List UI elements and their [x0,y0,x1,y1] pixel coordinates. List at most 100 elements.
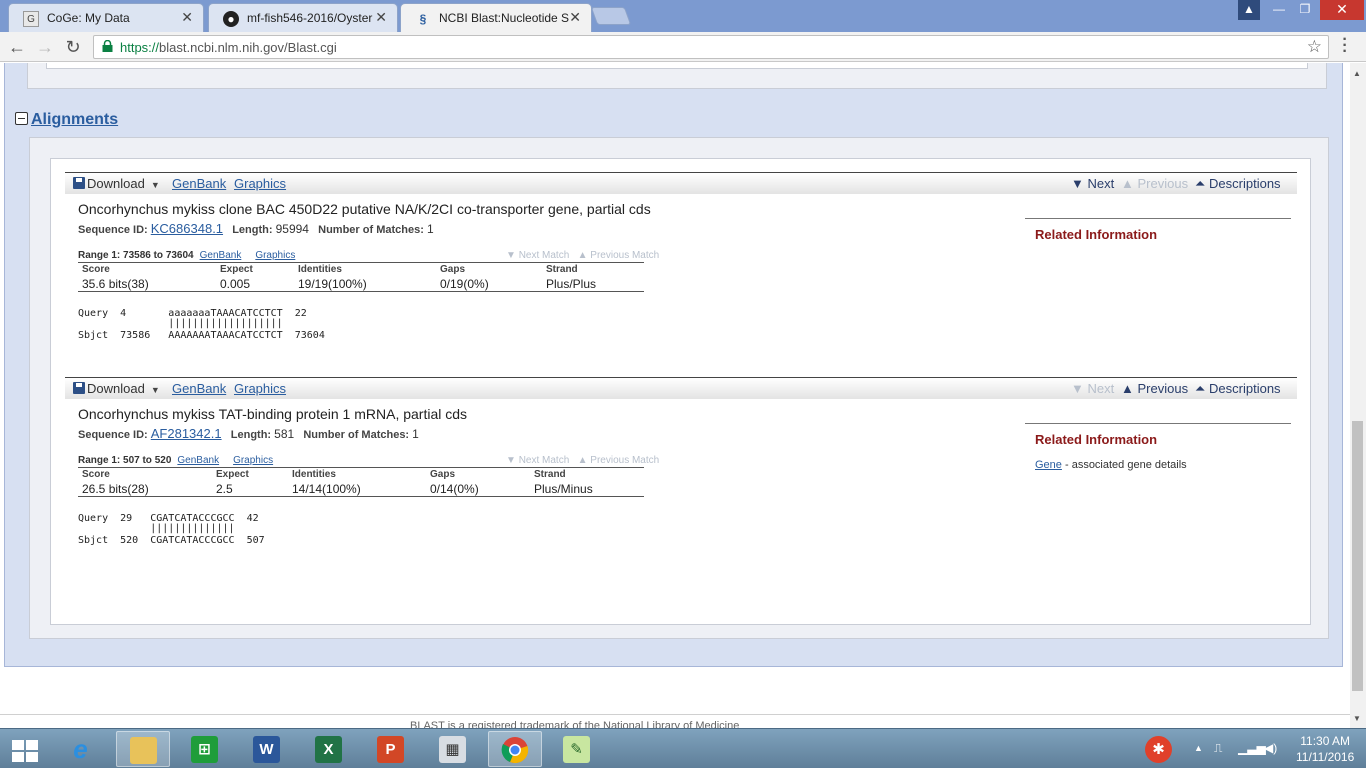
sequence-id-link[interactable]: AF281342.1 [151,426,222,441]
hit-meta: Sequence ID: AF281342.1 Length: 581 Numb… [78,426,419,441]
related-link-row: Gene - associated gene details [1035,459,1291,471]
taskbar-store[interactable]: ⊞ [178,731,232,767]
range-graphics-link[interactable]: Graphics [255,250,295,261]
scroll-down-icon[interactable]: ▼ [1353,714,1361,723]
arrow-up-icon: ▲ [1121,176,1134,191]
taskbar-file-explorer[interactable] [116,731,170,767]
stats-header: Expect [216,469,249,480]
close-icon[interactable]: ✕ [375,9,387,26]
taskbar-powerpoint[interactable]: P [364,731,418,767]
graphics-link[interactable]: Graphics [234,381,286,396]
match-bars: ||||||||||||||||||| [78,318,283,329]
match-nav: ▼ Next Match ▲ Previous Match [506,250,660,261]
stats-header: Strand [534,469,566,480]
tray-app-icon: ✱ [1145,736,1172,763]
related-heading: Related Information [1035,432,1158,447]
range-genbank-link[interactable]: GenBank [200,250,242,261]
stats-header: Expect [220,264,253,275]
taskbar-internet-explorer[interactable]: e [54,731,108,767]
taskbar-calculator[interactable]: ▦ [426,731,480,767]
hit-meta: Sequence ID: KC686348.1 Length: 95994 Nu… [78,221,434,236]
alignments-inner: Download ▼ GenBank Graphics ▼ Next ▲ Prev… [50,158,1311,625]
collapse-icon[interactable] [15,112,28,125]
download-button[interactable]: Download ▼ [73,176,160,191]
folder-icon [130,737,157,764]
volume-icon[interactable]: ◀) [1264,741,1277,755]
user-icon[interactable]: ▲ [1238,0,1260,20]
scroll-up-icon[interactable]: ▲ [1353,69,1361,78]
previous-button[interactable]: ▲ Previous [1121,381,1188,396]
tab-github[interactable]: ● mf-fish546-2016/Oyster ✕ [208,3,398,32]
forward-icon[interactable]: → [34,36,56,58]
match-nav: ▼ Next Match ▲ Previous Match [506,455,660,466]
stats-header: Score [82,264,110,275]
ncbi-icon: § [419,12,427,26]
close-icon[interactable]: ✕ [569,9,581,26]
taskbar-chrome[interactable] [488,731,542,767]
menu-icon[interactable]: · · · [1340,32,1350,60]
descriptions-inner [46,63,1308,69]
start-button[interactable] [0,731,54,767]
window-close-icon[interactable]: ✕ [1320,0,1364,20]
previous-match-link[interactable]: Previous Match [590,455,659,466]
next-button[interactable]: ▼ Next [1071,176,1114,191]
network-adapter-icon[interactable]: ⎍ [1214,741,1222,756]
browser-tab-strip: G CoGe: My Data ✕ ● mf-fish546-2016/Oyst… [0,0,1366,32]
alignment-hit: Download ▼ GenBank Graphics ▼ Next ▲ Prev… [65,377,1297,577]
genbank-link[interactable]: GenBank [172,381,226,396]
next-button[interactable]: ▼ Next [1071,381,1114,396]
tab-title: mf-fish546-2016/Oyster [247,11,373,25]
clock[interactable]: 11:30 AM 11/11/2016 [1296,733,1354,765]
next-match-link[interactable]: Next Match [519,250,570,261]
tab-coge[interactable]: G CoGe: My Data ✕ [8,3,204,32]
genbank-link[interactable]: GenBank [172,176,226,191]
alignments-header[interactable]: Alignments [15,111,118,129]
arrow-down-icon: ▼ [1071,381,1084,396]
sequence-id-link[interactable]: KC686348.1 [151,221,223,236]
taskbar-notepad-plus[interactable]: ✎ [550,731,604,767]
download-button[interactable]: Download ▼ [73,381,160,396]
range-line: Range 1: 507 to 520 GenBank Graphics [78,455,274,466]
stats-value: Plus/Plus [546,277,597,291]
close-icon[interactable]: ✕ [181,9,193,26]
footer-text: BLAST is a registered trademark of the N… [410,720,740,728]
range-line: Range 1: 73586 to 73604 GenBank Graphics [78,250,296,261]
gene-link[interactable]: Gene [1035,459,1062,471]
new-tab-button[interactable] [590,7,632,25]
stats-value: 35.6 bits(38) [82,277,149,291]
restore-icon[interactable]: ❐ [1292,0,1318,20]
clock-time: 11:30 AM [1300,734,1351,748]
graphics-link[interactable]: Graphics [234,176,286,191]
notepad-plus-icon: ✎ [563,736,590,763]
previous-match-link[interactable]: Previous Match [590,250,659,261]
descriptions-button[interactable]: ⏶ Descriptions [1195,381,1281,397]
related-information: Related Information Gene - associated ge… [1025,423,1291,471]
signal-icon[interactable]: ▁▃▅ [1238,741,1266,755]
reload-icon[interactable]: ↻ [62,36,84,58]
alignments-link[interactable]: Alignments [31,111,118,128]
address-bar[interactable]: https://blast.ncbi.nlm.nih.gov/Blast.cgi… [93,35,1329,59]
taskbar-excel[interactable]: X [302,731,356,767]
taskbar-word[interactable]: W [240,731,294,767]
stats-value: 14/14(100%) [292,482,361,496]
hit-title: Oncorhynchus mykiss clone BAC 450D22 put… [78,201,651,217]
windows-logo-icon [12,740,38,762]
back-icon[interactable]: ← [6,36,28,58]
github-icon: ● [223,11,239,27]
next-match-link[interactable]: Next Match [519,455,570,466]
descriptions-button[interactable]: ⏶ Descriptions [1195,176,1281,192]
previous-button[interactable]: ▲ Previous [1121,176,1188,191]
page-scrollbar[interactable]: ▲ ▼ [1350,63,1366,728]
floppy-icon [73,382,85,394]
range-genbank-link[interactable]: GenBank [177,455,219,466]
show-hidden-icons[interactable]: ▲ [1194,743,1203,753]
bookmark-star-icon[interactable]: ☆ [1307,37,1322,57]
clock-date: 11/11/2016 [1296,750,1355,764]
tab-ncbi-blast[interactable]: § NCBI Blast:Nucleotide Se ✕ [400,3,592,32]
stats-value: 0/19(0%) [440,277,489,291]
range-graphics-link[interactable]: Graphics [233,455,273,466]
tray-app[interactable]: ✱ [1132,731,1184,767]
scroll-thumb[interactable] [1352,421,1363,691]
minimize-icon[interactable]: — [1266,0,1292,20]
chrome-icon [501,737,529,764]
